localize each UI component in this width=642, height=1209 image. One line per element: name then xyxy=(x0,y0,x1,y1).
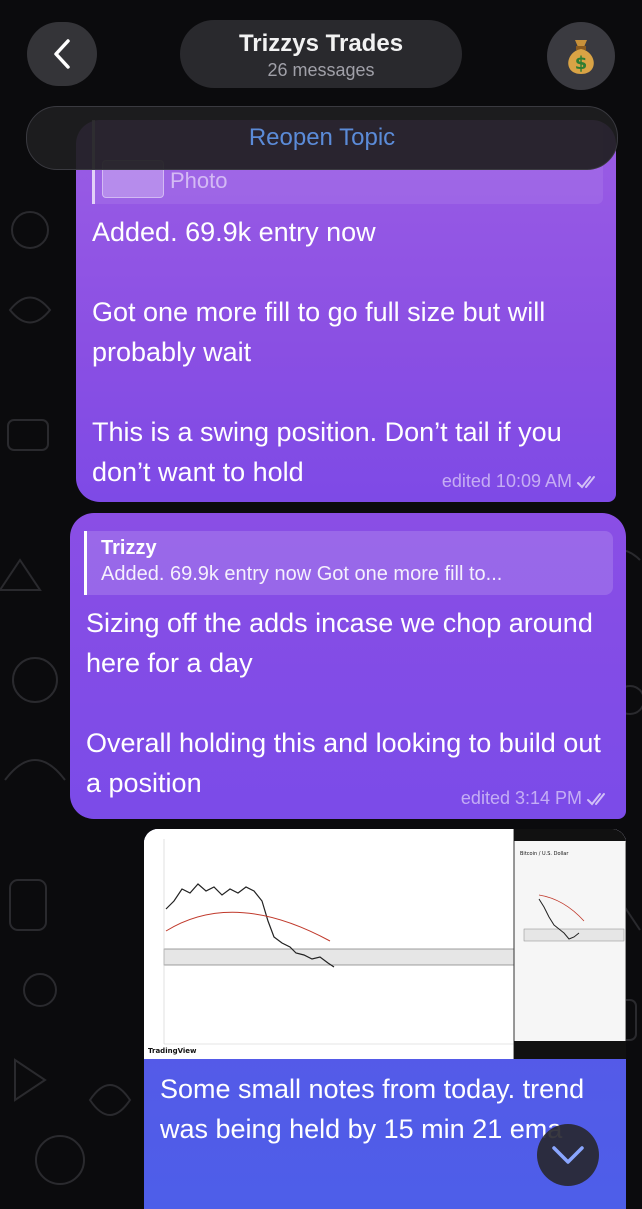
reply-preview[interactable]: Trizzy Added. 69.9k entry now Got one mo… xyxy=(84,531,613,595)
reopen-topic-button[interactable]: Reopen Topic xyxy=(26,106,618,170)
reply-snippet: Added. 69.9k entry now Got one more fill… xyxy=(101,563,503,585)
trading-chart-image: TradingView Bitcoin / U.S. Dollar xyxy=(144,829,626,1060)
message-meta: edited 10:09 AM xyxy=(442,471,602,492)
message-meta: edited 3:14 PM xyxy=(461,788,612,809)
double-check-icon xyxy=(577,475,595,488)
reply-media-label: Photo xyxy=(170,168,228,193)
chat-header: Trizzys Trades 26 messages $ xyxy=(0,0,642,100)
svg-text:$: $ xyxy=(575,53,588,74)
double-check-icon xyxy=(587,792,605,805)
back-button[interactable] xyxy=(27,22,97,86)
message-bubble[interactable]: Photo Added. 69.9k entry now Got one mor… xyxy=(76,120,616,502)
tradingview-watermark: TradingView xyxy=(148,1047,197,1055)
message-text: Sizing off the adds incase we chop aroun… xyxy=(86,608,601,798)
message-bubble[interactable]: Trizzy Added. 69.9k entry now Got one mo… xyxy=(70,513,626,819)
chat-title-pill[interactable]: Trizzys Trades 26 messages xyxy=(180,20,462,88)
message-timestamp: edited 10:09 AM xyxy=(441,471,572,491)
chart-screenshot-image[interactable]: TradingView Bitcoin / U.S. Dollar xyxy=(144,829,626,1060)
chevron-left-icon xyxy=(54,39,70,69)
message-count: 26 messages xyxy=(267,60,375,80)
message-timestamp: edited 3:14 PM xyxy=(460,788,582,808)
money-bag-icon: $ xyxy=(568,40,594,74)
chat-title: Trizzys Trades xyxy=(238,30,404,57)
message-text: Added. 69.9k entry now Got one more fill… xyxy=(92,217,562,487)
avatar[interactable]: $ xyxy=(547,22,615,90)
scroll-to-bottom-button[interactable] xyxy=(537,1124,599,1186)
chevron-down-icon xyxy=(552,1146,584,1164)
reply-author: Trizzy xyxy=(101,537,157,559)
mobile-chart-title: Bitcoin / U.S. Dollar xyxy=(520,851,569,857)
